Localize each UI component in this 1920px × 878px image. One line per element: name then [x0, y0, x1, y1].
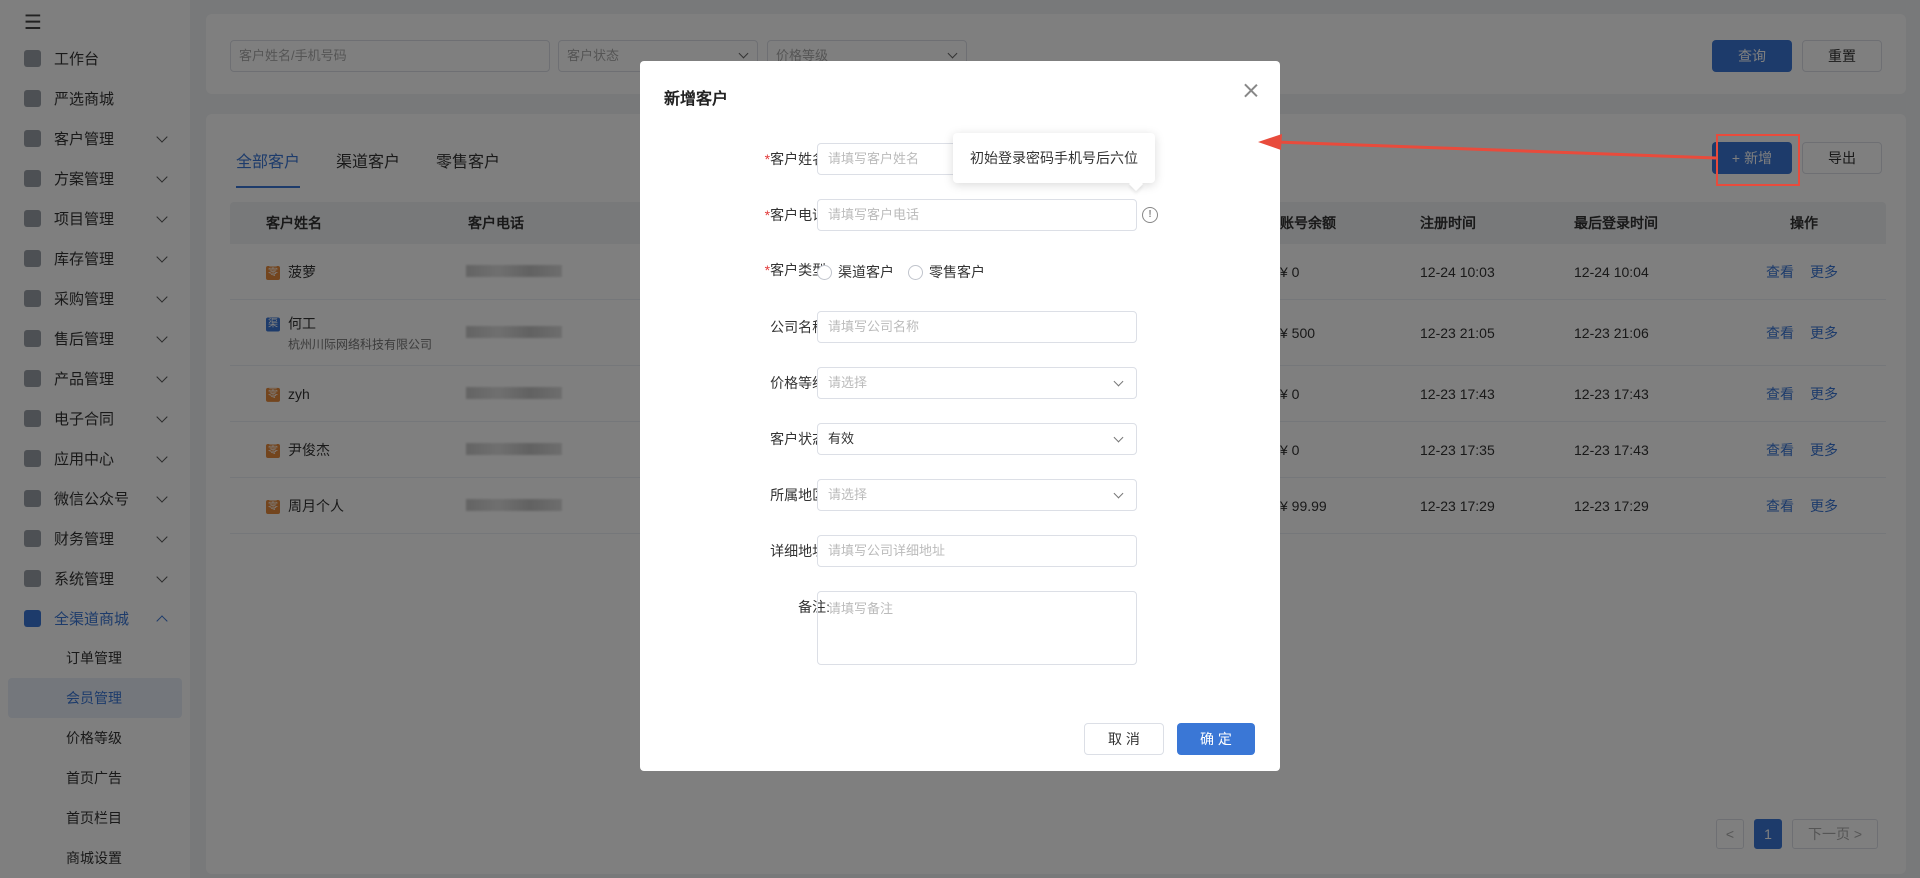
highlight-box	[1716, 134, 1800, 186]
customer-phone-input[interactable]: 请填写客户电话	[817, 199, 1137, 231]
form-row-type: *客户类型: 渠道客户 零售客户	[764, 262, 985, 282]
chevron-down-icon	[1113, 488, 1124, 499]
radio-circle-icon	[908, 264, 923, 280]
chevron-down-icon	[1113, 376, 1124, 387]
radio-channel-customer[interactable]: 渠道客户	[817, 262, 894, 282]
form-row-remark: 备注: 请填写备注	[640, 591, 1280, 665]
info-icon[interactable]: !	[1142, 207, 1158, 223]
form-row-price-level: 价格等级: 请选择	[640, 367, 1280, 399]
chevron-down-icon	[1113, 432, 1124, 443]
price-level-select[interactable]: 请选择	[817, 367, 1137, 399]
radio-retail-customer[interactable]: 零售客户	[908, 262, 985, 282]
form-row-status: 客户状态: 有效	[640, 423, 1280, 455]
remark-textarea[interactable]: 请填写备注	[817, 591, 1137, 665]
cancel-button[interactable]: 取 消	[1084, 723, 1164, 755]
password-hint-tooltip: 初始登录密码手机号后六位	[953, 133, 1155, 183]
form-row-region: 所属地区: 请选择	[640, 479, 1280, 511]
form-row-company: 公司名称: 请填写公司名称	[640, 311, 1280, 343]
customer-status-select[interactable]: 有效	[817, 423, 1137, 455]
region-select[interactable]: 请选择	[817, 479, 1137, 511]
confirm-button[interactable]: 确 定	[1177, 723, 1255, 755]
address-input[interactable]: 请填写公司详细地址	[817, 535, 1137, 567]
dialog-title: 新增客户	[664, 91, 729, 108]
radio-circle-icon	[817, 264, 832, 280]
form-row-phone: *客户电话: 请填写客户电话 !	[640, 199, 1280, 231]
form-row-address: 详细地址: 请填写公司详细地址	[640, 535, 1280, 567]
company-name-input[interactable]: 请填写公司名称	[817, 311, 1137, 343]
add-customer-dialog: 新增客户 *客户姓名: 请填写客户姓名 初始登录密码手机号后六位 *客户电话: …	[640, 61, 1280, 771]
close-icon[interactable]	[1244, 83, 1258, 97]
